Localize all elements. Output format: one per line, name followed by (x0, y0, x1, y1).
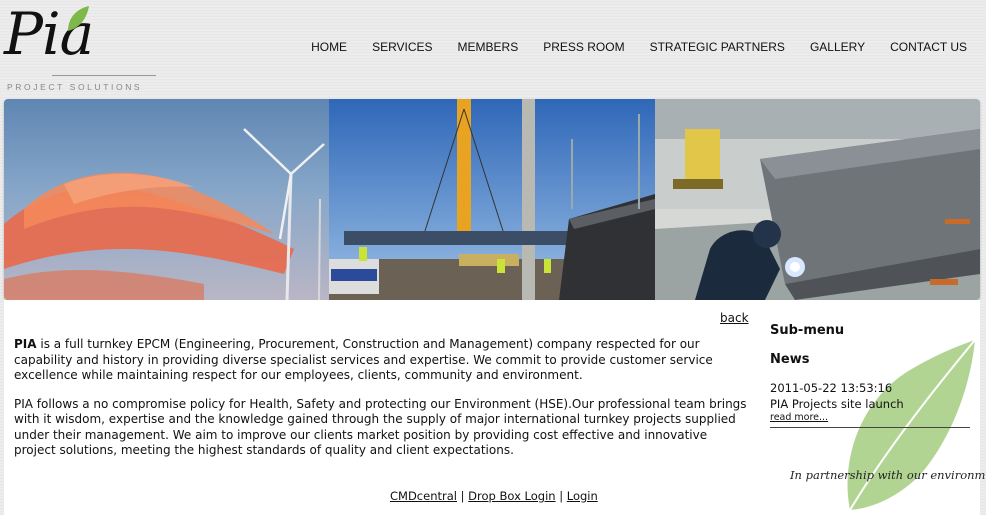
hero-banner (4, 99, 980, 300)
wind-turbine-photo (4, 99, 329, 300)
back-link[interactable]: back (720, 311, 749, 325)
nav-press-room[interactable]: PRESS ROOM (543, 40, 624, 54)
submenu-heading: Sub-menu (770, 323, 845, 338)
footer-separator: | (559, 489, 564, 503)
logo-rule (52, 75, 156, 76)
nav-gallery[interactable]: GALLERY (810, 40, 865, 54)
read-more-link[interactable]: read more... (770, 412, 828, 423)
news-date: 2011-05-22 13:53:16 (770, 381, 893, 395)
nav-contact-us[interactable]: CONTACT US (890, 40, 967, 54)
crane-lift-photo (329, 99, 655, 300)
company-name: PIA (14, 337, 37, 351)
welding-workshop-photo (655, 99, 980, 300)
news-divider (770, 427, 970, 428)
content-area: back PIA is a full turnkey EPCM (Enginee… (4, 300, 986, 515)
pia-logo[interactable]: Pia PROJECT SOLUTIONS (4, 2, 164, 94)
intro-paragraph: PIA is a full turnkey EPCM (Engineering,… (14, 337, 749, 384)
nav-services[interactable]: SERVICES (372, 40, 432, 54)
leaf-icon (68, 6, 89, 31)
dropbox-login-link[interactable]: Drop Box Login (468, 489, 555, 503)
sidebar: Sub-menu News 2011-05-22 13:53:16 PIA Pr… (770, 300, 986, 515)
main-text: PIA is a full turnkey EPCM (Engineering,… (14, 337, 749, 472)
cmdcentral-link[interactable]: CMDcentral (390, 489, 457, 503)
login-link[interactable]: Login (567, 489, 598, 503)
partnership-tagline: In partnership with our environment (790, 468, 986, 482)
logo-tagline: PROJECT SOLUTIONS (7, 82, 143, 92)
footer-links: CMDcentral | Drop Box Login | Login (390, 489, 598, 503)
main-nav: HOME SERVICES MEMBERS PRESS ROOM STRATEG… (286, 40, 967, 54)
intro-text: is a full turnkey EPCM (Engineering, Pro… (14, 337, 713, 382)
nav-strategic-partners[interactable]: STRATEGIC PARTNERS (650, 40, 785, 54)
news-title: PIA Projects site launch (770, 397, 904, 411)
news-heading: News (770, 352, 810, 367)
footer-separator: | (460, 489, 465, 503)
nav-home[interactable]: HOME (311, 40, 347, 54)
nav-members[interactable]: MEMBERS (458, 40, 519, 54)
hse-paragraph: PIA follows a no compromise policy for H… (14, 396, 747, 458)
leaf-graphic-icon (847, 339, 976, 511)
